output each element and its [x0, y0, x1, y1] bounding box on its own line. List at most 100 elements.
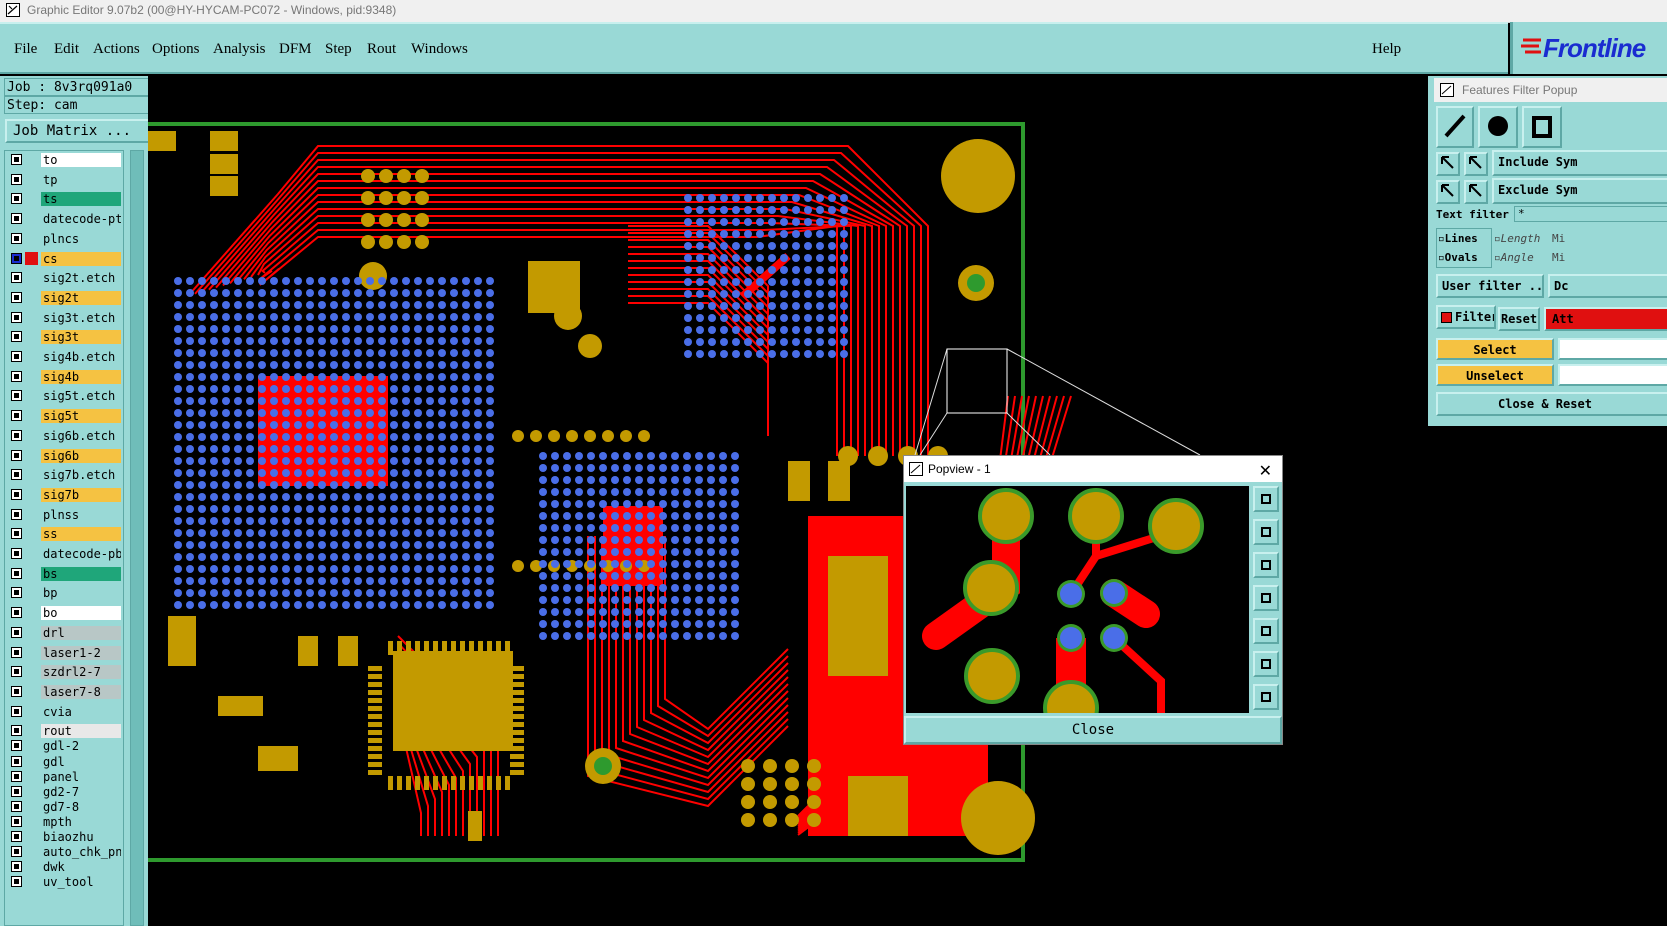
layer-scrollbar[interactable]: [130, 150, 144, 926]
layer-checkbox[interactable]: [11, 831, 22, 842]
layer-checkbox[interactable]: [11, 469, 22, 481]
layer-row-cvia[interactable]: cvia: [7, 704, 121, 720]
layer-row-gd7-8[interactable]: gd7-8: [7, 799, 121, 815]
job-matrix-button[interactable]: Job Matrix ...: [5, 119, 150, 143]
layer-checkbox[interactable]: [11, 666, 22, 678]
include-symbols-button[interactable]: Include Sym: [1492, 150, 1667, 176]
surface-feature-button[interactable]: [1522, 106, 1562, 148]
layer-checkbox[interactable]: [11, 626, 22, 638]
popview-canvas[interactable]: [906, 486, 1249, 713]
exclude-symbols-button[interactable]: Exclude Sym: [1492, 178, 1667, 204]
exclude-pick-button[interactable]: [1436, 180, 1460, 204]
select-extra-field[interactable]: [1558, 338, 1667, 360]
popview-close-icon[interactable]: ✕: [1259, 459, 1272, 485]
layer-checkbox[interactable]: [11, 370, 22, 382]
layer-checkbox[interactable]: [11, 449, 22, 461]
layer-row-sig6b.etch[interactable]: sig6b.etch: [7, 428, 121, 444]
line-feature-button[interactable]: [1436, 106, 1474, 148]
menu-help[interactable]: Help: [1372, 41, 1401, 58]
layer-checkbox[interactable]: [11, 740, 22, 752]
menu-edit[interactable]: Edit: [54, 41, 79, 58]
layer-row-ss[interactable]: ss: [7, 526, 121, 542]
layer-row-sig4b[interactable]: sig4b: [7, 369, 121, 385]
layer-row-cs[interactable]: cs: [7, 251, 121, 267]
pv-pan-down-button[interactable]: [1253, 552, 1279, 578]
layer-row-tp[interactable]: tp: [7, 172, 121, 188]
layer-checkbox[interactable]: [11, 705, 22, 717]
layer-checkbox[interactable]: [11, 291, 22, 303]
layer-checkbox[interactable]: [11, 646, 22, 658]
text-filter-input[interactable]: *: [1514, 206, 1667, 222]
layer-checkbox[interactable]: [11, 232, 22, 244]
layer-checkbox[interactable]: [11, 800, 22, 812]
layer-row-sig6b[interactable]: sig6b: [7, 448, 121, 464]
layer-row-laser7-8[interactable]: laser7-8: [7, 684, 121, 700]
layer-row-sig7b[interactable]: sig7b: [7, 487, 121, 503]
layer-checkbox[interactable]: [11, 876, 22, 888]
unselect-extra-field[interactable]: [1558, 364, 1667, 386]
length-checkbox[interactable]: ▫Length: [1494, 232, 1540, 245]
layer-row-sig3t[interactable]: sig3t: [7, 329, 121, 345]
reset-button[interactable]: Reset: [1498, 307, 1540, 331]
layer-checkbox[interactable]: [11, 846, 22, 858]
layer-checkbox[interactable]: [11, 173, 22, 185]
layer-checkbox[interactable]: [11, 351, 22, 362]
layer-checkbox[interactable]: [11, 528, 22, 540]
layer-checkbox[interactable]: [11, 429, 22, 441]
layer-row-bp[interactable]: bp: [7, 585, 121, 601]
layer-row-drl[interactable]: drl: [7, 625, 121, 641]
layer-row-auto_chk_pn[interactable]: auto_chk_pn: [7, 844, 121, 860]
layer-row-sig5t.etch[interactable]: sig5t.etch: [7, 388, 121, 404]
layer-row-dwk[interactable]: dwk: [7, 859, 121, 875]
layer-row-panel[interactable]: panel: [7, 769, 121, 785]
user-filter-button[interactable]: User filter ...: [1436, 274, 1544, 298]
layer-checkbox[interactable]: [11, 567, 22, 579]
ovals-checkbox[interactable]: ▫Ovals: [1438, 251, 1478, 264]
layer-checkbox[interactable]: [11, 193, 22, 205]
angle-checkbox[interactable]: ▫Angle: [1494, 251, 1534, 264]
layer-checkbox[interactable]: [11, 770, 22, 782]
layer-row-bs[interactable]: bs: [7, 566, 121, 582]
layer-checkbox[interactable]: [11, 861, 22, 873]
menu-dfm[interactable]: DFM: [279, 41, 312, 58]
layer-row-bo[interactable]: bo: [7, 605, 121, 621]
include-clear-button[interactable]: [1464, 152, 1488, 176]
layer-checkbox[interactable]: [11, 488, 22, 500]
layer-checkbox[interactable]: [11, 815, 22, 827]
pv-pan-up-button[interactable]: [1253, 519, 1279, 545]
pv-zoom-home-button[interactable]: [1253, 486, 1279, 512]
layer-row-sig5t[interactable]: sig5t: [7, 408, 121, 424]
pv-pan-left-button[interactable]: [1253, 585, 1279, 611]
layer-checkbox[interactable]: [11, 410, 22, 422]
layer-row-datecode-pt[interactable]: datecode-pt: [7, 211, 121, 227]
exclude-clear-button[interactable]: [1464, 180, 1488, 204]
layer-row-uv_tool[interactable]: uv_tool: [7, 874, 121, 890]
layer-row-plncs[interactable]: plncs: [7, 231, 121, 247]
layer-checkbox[interactable]: [11, 252, 22, 264]
layer-checkbox[interactable]: [11, 272, 22, 284]
include-pick-button[interactable]: [1436, 152, 1460, 176]
layer-row-sig7b.etch[interactable]: sig7b.etch: [7, 467, 121, 483]
layer-row-gd2-7[interactable]: gd2-7: [7, 784, 121, 800]
pv-zoom-out-button[interactable]: [1253, 684, 1279, 710]
layer-checkbox[interactable]: [11, 154, 22, 165]
layer-checkbox[interactable]: [11, 607, 22, 619]
layer-row-sig3t.etch[interactable]: sig3t.etch: [7, 310, 121, 326]
layer-row-laser1-2[interactable]: laser1-2: [7, 645, 121, 661]
layer-checkbox[interactable]: [11, 725, 22, 737]
menu-windows[interactable]: Windows: [411, 41, 468, 58]
close-reset-button[interactable]: Close & Reset: [1436, 392, 1667, 416]
layer-checkbox[interactable]: [11, 548, 22, 559]
layer-row-gdl-2[interactable]: gdl-2: [7, 738, 121, 754]
layer-checkbox[interactable]: [11, 311, 22, 323]
menu-step[interactable]: Step: [325, 41, 352, 58]
layer-row-ts[interactable]: ts: [7, 191, 121, 207]
pv-zoom-in-button[interactable]: [1253, 651, 1279, 677]
layer-row-to[interactable]: to: [7, 152, 121, 168]
select-button[interactable]: Select: [1436, 338, 1554, 360]
menu-file[interactable]: File: [14, 41, 37, 58]
layer-checkbox[interactable]: [11, 785, 22, 797]
layer-row-gdl[interactable]: gdl: [7, 754, 121, 770]
layer-checkbox[interactable]: [11, 755, 22, 767]
lines-checkbox[interactable]: ▫Lines: [1438, 232, 1478, 245]
